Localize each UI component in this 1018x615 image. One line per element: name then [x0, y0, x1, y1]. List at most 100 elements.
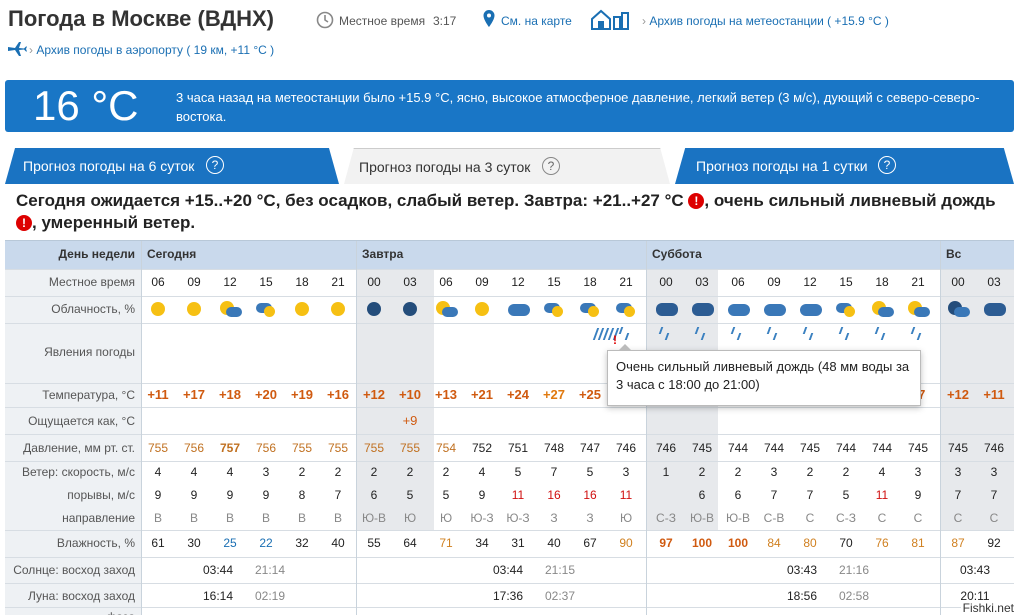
cloud-icon: [764, 301, 786, 317]
temperature-cell: +20: [254, 387, 278, 402]
map-link[interactable]: См. на карте: [501, 14, 572, 28]
wind-direction-cell: В: [261, 511, 270, 525]
wind-speed-cell: 4: [878, 465, 886, 479]
cloud-shape: [226, 307, 242, 317]
sun-icon: [328, 301, 348, 317]
pressure-cell: 755: [327, 441, 349, 455]
sun-shape: [475, 302, 489, 316]
time-cell: 09: [767, 275, 781, 289]
temperature-cell: +12: [946, 387, 970, 402]
station-archive-text: Архив погоды на метеостанции ( +15.9 °C …: [649, 14, 889, 28]
sun-icon: [148, 301, 168, 317]
wind-direction-cell: Ю-З: [506, 511, 530, 525]
sun-shape: [187, 302, 201, 316]
pressure-cell: 745: [799, 441, 821, 455]
time-cell: 15: [547, 275, 561, 289]
cloud-shape: [878, 307, 894, 317]
wind-speed-cell: 3: [262, 465, 270, 479]
tab-3-days[interactable]: Прогноз погоды на 3 суток ?: [344, 148, 670, 184]
day-divider: [940, 241, 941, 615]
day-divider: [356, 241, 357, 615]
day-header: Вс: [940, 241, 1014, 269]
temperature-row-label: Температура, °C: [42, 388, 135, 402]
wind-direction-cell: Ю-В: [725, 511, 751, 525]
cloud-icon: [508, 301, 530, 317]
watermark: Fishki.net: [960, 601, 1016, 615]
time-cell: 21: [331, 275, 345, 289]
tab-1-day-label: Прогноз погоды на 1 сутки: [696, 158, 868, 174]
rain-drop: [838, 327, 844, 334]
wind-direction-row-label: направление: [62, 511, 135, 525]
temperature-cell: +27: [542, 387, 566, 402]
wind-gust-cell: 9: [914, 488, 922, 502]
map-pin-icon: [483, 10, 495, 27]
time-cell: 00: [951, 275, 965, 289]
day-header-label: День недели: [58, 247, 135, 261]
wind-speed-row-label: Ветер: скорость, м/с: [21, 465, 135, 479]
wind-gust-cell: 16: [547, 488, 561, 502]
wind-speed-cell: 2: [698, 465, 706, 479]
wind-gust-cell: 6: [734, 488, 742, 502]
station-archive-link[interactable]: › Архив погоды на метеостанции ( +15.9 °…: [642, 14, 889, 28]
feels-like-cell: +9: [402, 413, 418, 428]
wind-gust-cell: 7: [770, 488, 778, 502]
airport-archive-link[interactable]: › Архив погоды в аэропорту ( 19 км, +11 …: [29, 43, 274, 57]
local-time-label: Местное время: [339, 14, 426, 28]
wind-gust-cell: 16: [583, 488, 597, 502]
row-divider: [5, 323, 1014, 324]
time-cell: 06: [439, 275, 453, 289]
humidity-cell: 55: [367, 536, 381, 550]
time-cell: 12: [803, 275, 817, 289]
current-temp: 16 °C: [33, 82, 139, 129]
humidity-cell: 61: [151, 536, 165, 550]
help-icon[interactable]: ?: [878, 156, 896, 174]
current-weather-banner: 16 °C 3 часа назад на метеостанции было …: [5, 80, 1014, 132]
pressure-cell: 755: [291, 441, 313, 455]
cloud-icon: [800, 301, 822, 317]
sun-icon: [184, 301, 204, 317]
wind-direction-cell: В: [333, 511, 342, 525]
moon-row-label: Луна: восход заход: [28, 589, 135, 603]
feels-like-row-label: Ощущается как, °C: [28, 414, 135, 428]
wind-speed-cell: 4: [478, 465, 486, 479]
wind-gust-cell: 7: [990, 488, 998, 502]
warning-icon: !: [688, 193, 705, 209]
wind-speed-cell: 3: [622, 465, 630, 479]
page-title: Погода в Москве (ВДНХ): [8, 6, 275, 31]
rain-drop: [624, 333, 630, 340]
wind-gust-cell: 5: [842, 488, 850, 502]
cloud-shape: [764, 304, 786, 316]
wind-direction-cell: З: [550, 511, 558, 525]
tab-6-days[interactable]: Прогноз погоды на 6 суток ?: [5, 148, 339, 184]
help-icon[interactable]: ?: [542, 157, 560, 175]
humidity-cell: 81: [911, 536, 925, 550]
help-icon[interactable]: ?: [206, 156, 224, 174]
moon-icon: [364, 301, 384, 317]
wind-speed-cell: 3: [954, 465, 962, 479]
rain-drop: [802, 327, 808, 334]
day-header: Сегодня: [141, 241, 356, 269]
wind-gust-cell: 5: [442, 488, 450, 502]
wind-speed-cell: 4: [154, 465, 162, 479]
time-cell: 18: [583, 275, 597, 289]
temperature-cell: +24: [506, 387, 530, 402]
pressure-cell: 756: [183, 441, 205, 455]
day-divider: [141, 241, 142, 615]
wind-gust-cell: 9: [478, 488, 486, 502]
humidity-cell: 71: [439, 536, 453, 550]
day-header: Завтра: [356, 241, 646, 269]
wind-speed-cell: 2: [406, 465, 414, 479]
label-column: [5, 241, 141, 615]
row-divider: [5, 296, 1014, 297]
pressure-row-label: Давление, мм рт. ст.: [23, 441, 135, 455]
time-cell: 09: [187, 275, 201, 289]
tab-1-day[interactable]: Прогноз погоды на 1 сутки ?: [675, 148, 1014, 184]
rain-drop: [910, 327, 916, 334]
wind-speed-cell: 2: [442, 465, 450, 479]
wind-direction-cell: Ю: [403, 511, 417, 525]
humidity-cell: 34: [475, 536, 489, 550]
humidity-cell: 32: [295, 536, 309, 550]
wind-gust-cell: 11: [875, 488, 889, 502]
wind-direction-cell: С: [953, 511, 963, 525]
rain-drop: [916, 333, 922, 340]
